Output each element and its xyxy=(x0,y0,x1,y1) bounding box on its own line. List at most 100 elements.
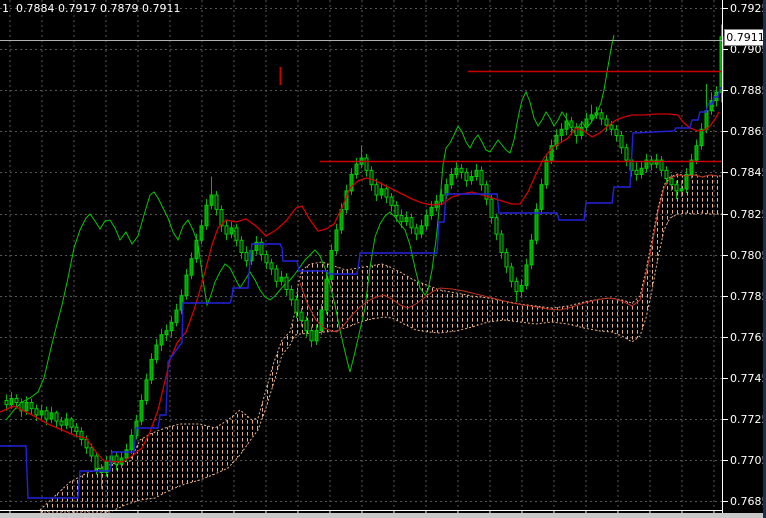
candle-body xyxy=(499,233,504,254)
ohlc-readout: 1 0.7884 0.7917 0.7879 0.7911 xyxy=(2,2,181,15)
price-tick-label: 0.7865 xyxy=(730,125,766,138)
candle-body xyxy=(539,184,544,210)
price-tick-label: 0.7745 xyxy=(730,372,766,385)
candle-body xyxy=(384,188,389,198)
candle-body xyxy=(29,402,34,410)
price-tick-label: 0.7685 xyxy=(730,495,766,508)
candle-body xyxy=(174,309,179,323)
candle-body xyxy=(609,124,614,130)
candle-body xyxy=(354,163,359,175)
price-tick-label: 0.7725 xyxy=(730,413,766,426)
candle-body xyxy=(374,184,379,196)
candle-body xyxy=(699,128,704,147)
candle-body xyxy=(684,173,689,190)
candle-body xyxy=(589,114,594,120)
candle-body xyxy=(154,344,159,360)
candle-body xyxy=(224,225,229,235)
candle-body xyxy=(604,118,609,126)
candle-body xyxy=(399,215,404,223)
candle-body xyxy=(289,289,294,301)
candle-body xyxy=(239,239,244,254)
candle-body xyxy=(244,252,249,262)
candle-body xyxy=(54,412,59,422)
candle-body xyxy=(159,334,164,346)
candle-body xyxy=(449,173,454,186)
price-tick-label: 0.7765 xyxy=(730,331,766,344)
candle-body xyxy=(269,262,274,270)
trading-chart-window: 1 0.7884 0.7917 0.7879 0.7911 0.7925 0.79… xyxy=(0,0,766,518)
current-price-badge: 0.7911 xyxy=(724,29,766,46)
candle-body xyxy=(319,309,324,332)
candle-body xyxy=(124,449,129,459)
candle-body xyxy=(234,227,239,241)
candle-body xyxy=(204,204,209,227)
candle-body xyxy=(299,311,304,321)
candle-body xyxy=(169,321,174,332)
candle-body xyxy=(679,188,684,192)
candle-body xyxy=(704,110,709,130)
candle-body xyxy=(274,268,279,282)
candle-body xyxy=(184,274,189,297)
candle-body xyxy=(409,217,414,229)
price-tick-label: 0.7885 xyxy=(730,84,766,97)
price-chart[interactable]: 0.79250.79050.78850.78650.78450.78250.78… xyxy=(0,0,766,518)
candle-body xyxy=(44,410,49,420)
candle-body xyxy=(664,169,669,180)
candle-body xyxy=(524,264,529,286)
price-tick-label: 0.7785 xyxy=(730,290,766,303)
candle-body xyxy=(569,120,574,128)
candle-body xyxy=(669,178,674,186)
candle-body xyxy=(564,120,569,130)
candle-body xyxy=(94,455,99,469)
candle-body xyxy=(294,299,299,313)
candle-body xyxy=(9,397,14,406)
candle-body xyxy=(694,145,699,161)
candle-body xyxy=(164,330,169,336)
candle-body xyxy=(634,169,639,175)
candle-body xyxy=(509,266,514,282)
candle-body xyxy=(529,239,534,266)
candle-body xyxy=(674,184,679,192)
candle-body xyxy=(114,455,119,465)
price-tick-label: 0.7705 xyxy=(730,454,766,467)
candle-body xyxy=(89,447,94,457)
candle-body xyxy=(429,206,434,217)
candle-body xyxy=(584,118,589,128)
candle-body xyxy=(329,249,334,280)
candle-body xyxy=(624,147,629,161)
candle-body xyxy=(454,167,459,175)
candle-body xyxy=(544,159,549,186)
candle-body xyxy=(69,418,74,428)
candle-body xyxy=(74,426,79,432)
candle-body xyxy=(264,254,269,264)
candle-body xyxy=(214,194,219,210)
candle-body xyxy=(139,400,144,422)
candle-body xyxy=(309,330,314,342)
bottom-window-border xyxy=(0,513,766,518)
candle-body xyxy=(389,196,394,206)
candle-body xyxy=(594,112,599,116)
candle-body xyxy=(469,176,474,182)
candle-body xyxy=(14,397,19,404)
candle-body xyxy=(334,229,339,251)
candle-body xyxy=(534,208,539,241)
candle-body xyxy=(474,169,479,178)
price-tick-label: 0.7825 xyxy=(730,208,766,221)
candle-body xyxy=(404,217,409,223)
candle-body xyxy=(419,225,424,235)
candle-body xyxy=(489,198,494,219)
candle-body xyxy=(34,408,39,416)
candle-body xyxy=(579,126,584,136)
candle-body xyxy=(229,227,234,235)
candle-body xyxy=(379,188,384,196)
candle-body xyxy=(414,227,419,235)
candle-body xyxy=(4,400,9,406)
candle-body xyxy=(314,330,319,342)
candle-body xyxy=(39,410,44,416)
price-tick-label: 0.7805 xyxy=(730,249,766,262)
candle-body xyxy=(284,276,289,291)
candle-body xyxy=(194,239,199,260)
candle-body xyxy=(619,134,624,149)
candle-body xyxy=(279,276,284,282)
candle-body xyxy=(494,217,499,235)
